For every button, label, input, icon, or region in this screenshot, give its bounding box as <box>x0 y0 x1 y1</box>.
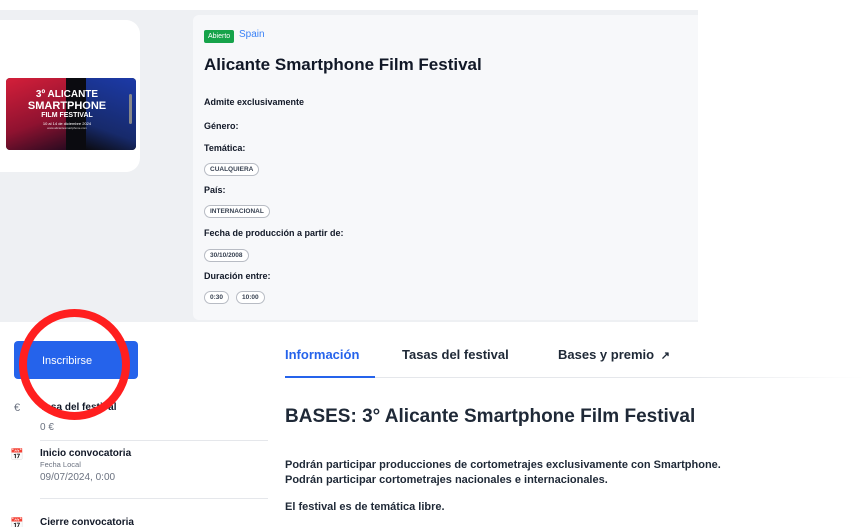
tab-tasas[interactable]: Tasas del festival <box>402 347 509 362</box>
start-title: Inicio convocatoria <box>40 448 132 459</box>
divider <box>40 498 268 499</box>
external-link-icon: ↗ <box>660 350 670 362</box>
festival-poster[interactable]: 3º ALICANTE SMARTPHONE FILM FESTIVAL 10 … <box>6 78 136 150</box>
fee-value: 0 € <box>40 422 54 433</box>
country-link[interactable]: Spain <box>239 29 265 40</box>
poster-text: 3º ALICANTE SMARTPHONE FILM FESTIVAL 10 … <box>6 89 128 130</box>
genero-label: Género: <box>204 121 239 131</box>
poster-card: 3º ALICANTE SMARTPHONE FILM FESTIVAL 10 … <box>0 20 140 172</box>
divider <box>40 440 268 441</box>
tab-informacion[interactable]: Información <box>285 347 359 362</box>
admite-label: Admite exclusivamente <box>204 97 305 107</box>
paragraph: Podrán participar producciones de cortom… <box>285 459 721 471</box>
tematica-label: Temática: <box>204 143 246 153</box>
tab-bases[interactable]: Bases y premio ↗ <box>558 347 670 362</box>
calendar-icon: 📅 <box>10 518 24 527</box>
tab-bases-label: Bases y premio <box>558 347 655 362</box>
calendar-icon: 📅 <box>10 449 24 461</box>
bases-heading: BASES: 3° Alicante Smartphone Film Festi… <box>285 406 696 427</box>
page: 3º ALICANTE SMARTPHONE FILM FESTIVAL 10 … <box>0 0 864 527</box>
paragraph: Podrán participar cortometrajes nacional… <box>285 474 608 486</box>
phone-button-icon <box>129 94 132 124</box>
pais-chip: INTERNACIONAL <box>204 205 270 218</box>
start-sub: Fecha Local <box>40 460 81 469</box>
fecha-produccion-chip: 30/10/2008 <box>204 249 249 262</box>
tematica-chip: CUALQUIERA <box>204 163 260 176</box>
status-badge: Abierto <box>204 30 235 43</box>
festival-title: Alicante Smartphone Film Festival <box>204 55 482 74</box>
poster-line: FILM FESTIVAL <box>41 112 93 120</box>
poster-line: 3º ALICANTE <box>35 89 99 100</box>
poster-line: SMARTPHONE <box>27 99 107 112</box>
end-title: Cierre convocatoria <box>40 517 134 527</box>
duracion-min-chip: 0:30 <box>204 291 230 304</box>
duracion-max-chip: 10:00 <box>236 291 265 304</box>
pais-label: País: <box>204 185 226 195</box>
start-value: 09/07/2024, 0:00 <box>40 472 116 483</box>
fecha-produccion-label: Fecha de producción a partir de: <box>204 228 344 238</box>
duracion-label: Duración entre: <box>204 271 271 281</box>
euro-icon: € <box>13 402 21 414</box>
active-tab-underline <box>285 376 375 378</box>
festival-info-card: Abierto Spain Alicante Smartphone Film F… <box>193 15 698 320</box>
paragraph: El festival es de temática libre. <box>285 501 445 513</box>
annotation-circle <box>19 309 130 420</box>
poster-line: www.alicantesmartphone.com <box>47 125 87 130</box>
